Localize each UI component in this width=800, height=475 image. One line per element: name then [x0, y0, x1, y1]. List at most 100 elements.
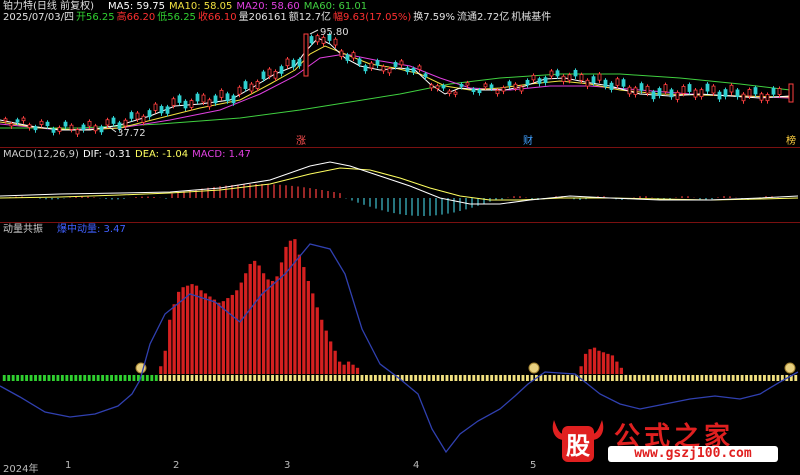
- signal-dot: [593, 375, 596, 381]
- signal-dot: [221, 375, 225, 381]
- indicator-bar: [279, 262, 284, 374]
- signal-dot: [606, 375, 610, 381]
- signal-dot: [266, 375, 270, 381]
- candle-body: [729, 84, 734, 93]
- signal-dot: [212, 375, 216, 381]
- indicator-bar: [324, 330, 328, 374]
- indicator-bar: [212, 299, 217, 374]
- indicator-bar: [579, 366, 583, 374]
- signal-dot: [526, 375, 529, 381]
- signal-dot: [776, 375, 780, 381]
- signal-dot: [561, 375, 565, 381]
- signal-dot: [123, 375, 127, 381]
- signal-dot: [110, 375, 113, 381]
- signal-dot: [25, 375, 29, 381]
- signal-dot: [467, 375, 471, 381]
- candle-body: [315, 35, 320, 43]
- candle-body: [603, 79, 608, 87]
- indicator-bar: [342, 364, 346, 374]
- candle-body: [465, 82, 470, 86]
- indicator-bar: [235, 290, 239, 374]
- candle-body: [195, 93, 200, 102]
- candle-body: [297, 58, 302, 67]
- signal-dot: [163, 375, 167, 381]
- candle-body: [477, 89, 482, 94]
- signal-dot: [16, 375, 20, 381]
- candle-body: [723, 89, 728, 97]
- signal-dot: [74, 375, 78, 381]
- indicator-bar: [302, 267, 306, 374]
- candle-body: [591, 76, 596, 84]
- change-value: 幅9.63(17.05%): [333, 12, 412, 23]
- quote-date: 2025/07/03/四: [3, 12, 75, 23]
- high-price-marker: 95.80: [320, 27, 349, 38]
- candle-body: [525, 79, 530, 86]
- signal-dot: [65, 375, 69, 381]
- candle-body: [243, 81, 248, 89]
- indicator-bar: [194, 285, 199, 374]
- sector-value: 机械基件: [511, 12, 552, 23]
- candle-body: [129, 112, 134, 119]
- signal-dot: [664, 375, 668, 381]
- bull-badge-icon: 股: [552, 420, 604, 462]
- signal-dot: [754, 375, 757, 381]
- indicator-bar: [588, 349, 592, 374]
- signal-dot: [186, 375, 190, 381]
- signal-dot: [87, 375, 91, 381]
- signal-dot: [745, 375, 749, 381]
- signal-dot: [244, 375, 248, 381]
- signal-dot: [293, 375, 297, 381]
- candle-body: [675, 91, 680, 100]
- indicator-bar: [606, 353, 610, 374]
- signal-dot: [485, 375, 489, 381]
- indicator-bar: [266, 279, 270, 374]
- indicator-bar: [619, 367, 623, 374]
- signal-dot: [351, 375, 355, 381]
- indicator-bar: [217, 302, 221, 374]
- candle-body: [663, 84, 668, 93]
- signal-dot: [552, 375, 556, 381]
- signal-dot: [78, 375, 82, 381]
- candle-body: [495, 89, 500, 95]
- signal-dot: [128, 375, 131, 381]
- indicator-bar: [275, 276, 279, 374]
- signal-dot: [181, 375, 185, 381]
- x-axis-label: 2024年: [3, 464, 39, 475]
- candle-body: [189, 100, 194, 108]
- candle-body: [549, 70, 554, 77]
- indicator-bar: [257, 265, 261, 374]
- candle-body: [285, 58, 290, 67]
- high-price: 高66.20: [116, 12, 156, 23]
- candle-body: [645, 85, 650, 94]
- candle-body: [111, 117, 116, 124]
- candle-body: [51, 128, 56, 133]
- signal-dot: [230, 375, 234, 381]
- signal-dot: [660, 375, 664, 381]
- signal-dot: [378, 375, 382, 381]
- signal-dot: [271, 375, 274, 381]
- signal-dot: [767, 375, 771, 381]
- signal-dot: [382, 375, 386, 381]
- candle-body: [345, 54, 350, 61]
- signal-dot: [628, 375, 632, 381]
- signal-dot: [373, 375, 377, 381]
- candle-body: [759, 93, 764, 101]
- signal-dot: [190, 375, 194, 381]
- candle-body: [399, 60, 404, 66]
- signal-dot: [217, 375, 221, 381]
- candle-body: [417, 65, 422, 70]
- signal-dot: [758, 375, 762, 381]
- signal-dot: [172, 375, 176, 381]
- signal-dot: [445, 375, 449, 381]
- indicator-bar: [601, 352, 606, 374]
- candle-body: [213, 95, 218, 104]
- signal-dot: [248, 375, 252, 381]
- macd-panel[interactable]: [0, 160, 800, 222]
- signal-dot: [315, 375, 319, 381]
- signal-dot: [436, 375, 440, 381]
- candle-body: [771, 87, 776, 95]
- candle-body: [753, 87, 758, 95]
- candle-body: [435, 85, 440, 89]
- candle-body: [81, 124, 86, 130]
- candle-body: [699, 89, 704, 98]
